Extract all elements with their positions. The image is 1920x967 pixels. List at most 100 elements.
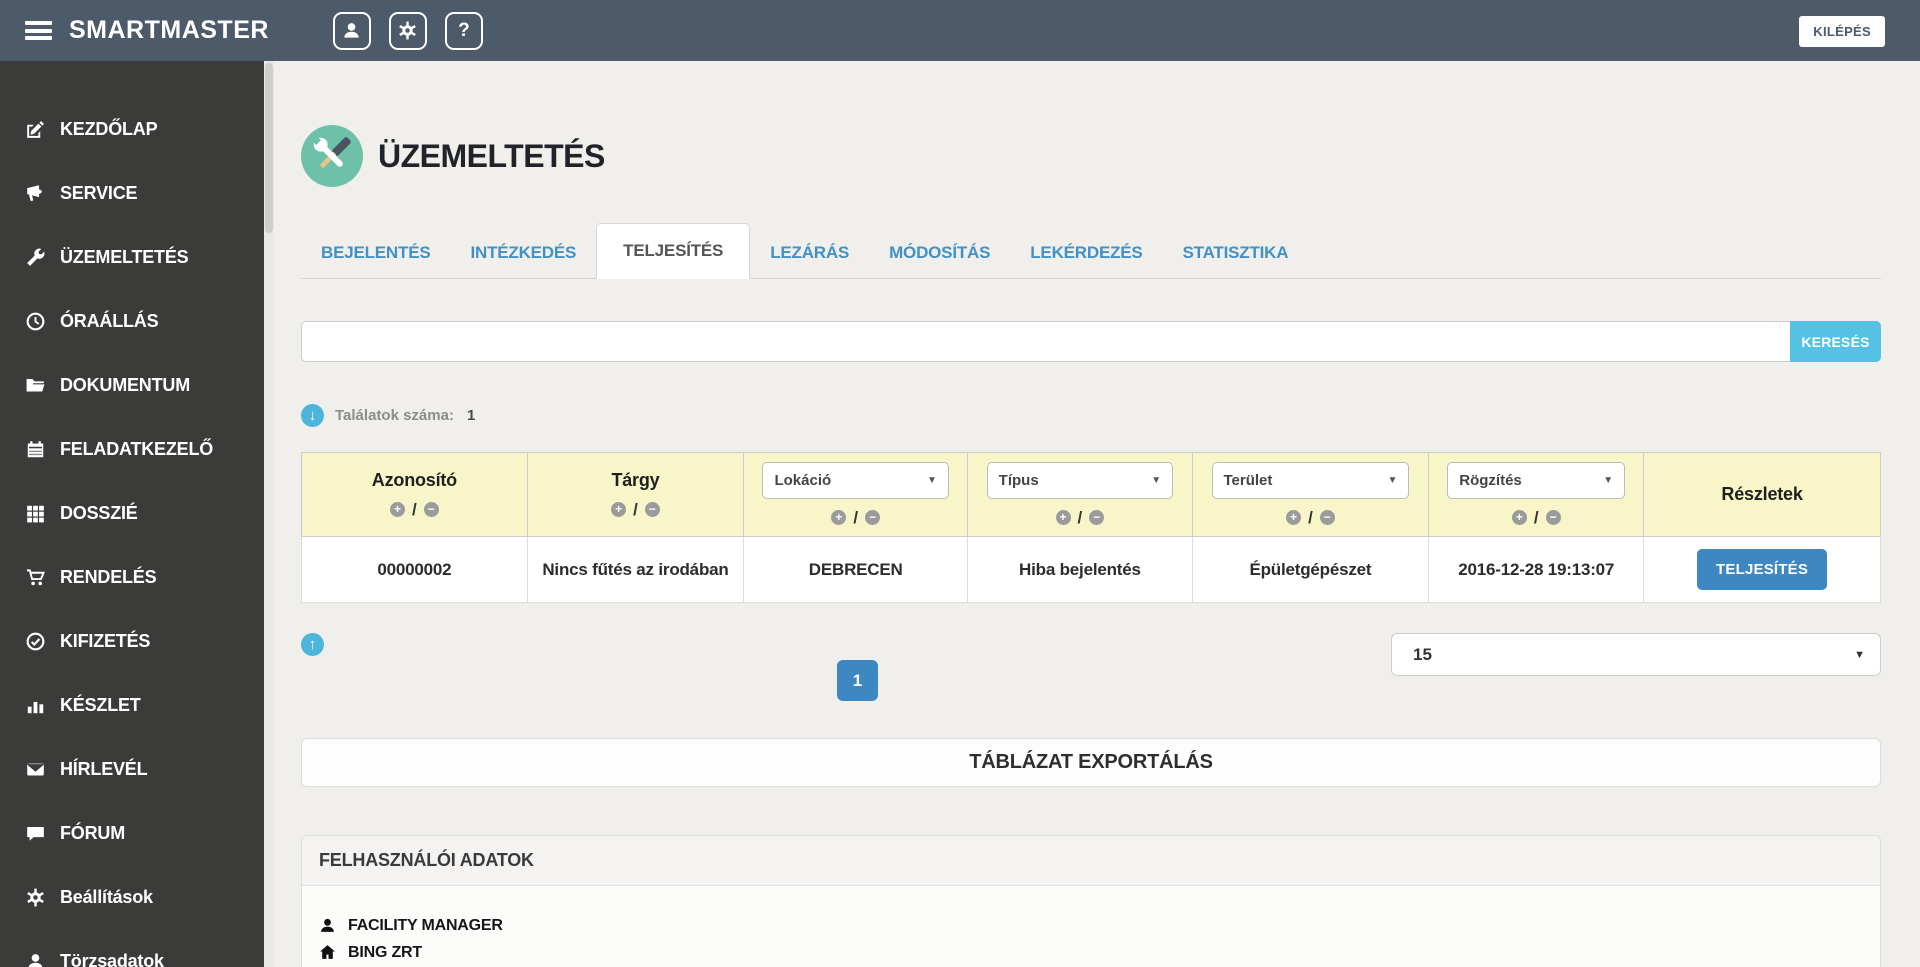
- operations-tools-icon: [301, 125, 363, 187]
- tab-lezaras[interactable]: LEZÁRÁS: [750, 228, 869, 278]
- page-size-dropdown[interactable]: 15 ▼: [1391, 633, 1881, 676]
- search-button[interactable]: KERESÉS: [1790, 321, 1881, 362]
- sort-asc-icon[interactable]: +: [831, 510, 847, 525]
- results-table: Azonosító + / − Tárgy + / − Lokáció ▼ + / − Típ…: [301, 452, 1881, 603]
- tab-lekerdezes[interactable]: LEKÉRDEZÉS: [1010, 228, 1162, 278]
- sidebar-item-kezdolap[interactable]: KEZDŐLAP: [0, 97, 264, 161]
- sort-asc-icon[interactable]: +: [611, 502, 627, 517]
- sort-desc-icon[interactable]: −: [1089, 510, 1105, 525]
- sidebar-item-torzsadatok[interactable]: Törzsadatok: [0, 929, 264, 967]
- chevron-down-icon: ▼: [1603, 474, 1614, 486]
- user-icon: [342, 21, 361, 40]
- sidebar-item-dokumentum[interactable]: DOKUMENTUM: [0, 353, 264, 417]
- sort-desc-icon[interactable]: −: [865, 510, 881, 525]
- chevron-down-icon: ▼: [927, 474, 937, 486]
- column-header-rogzites: Rögzítés ▼ + / −: [1428, 452, 1645, 537]
- sidebar-item-label: FÓRUM: [60, 822, 125, 843]
- check-circle-icon: [26, 632, 45, 651]
- cart-icon: [26, 568, 45, 587]
- sidebar-item-uzemeltetes[interactable]: ÜZEMELTETÉS: [0, 225, 264, 289]
- column-header-reszletek: Részletek: [1643, 452, 1881, 537]
- sidebar-item-label: Beállítások: [60, 886, 153, 907]
- teljesites-button[interactable]: TELJESÍTÉS: [1697, 549, 1828, 590]
- sidebar-item-label: Törzsadatok: [60, 950, 164, 967]
- sidebar-item-forum[interactable]: FÓRUM: [0, 801, 264, 865]
- column-header-lokacio: Lokáció ▼ + / −: [743, 452, 969, 537]
- sort-desc-icon[interactable]: −: [1319, 510, 1335, 525]
- user-data-panel: FELHASZNÁLÓI ADATOK FACILITY MANAGER BIN…: [301, 835, 1881, 967]
- list-item: BING ZRT: [319, 939, 1863, 966]
- tipus-filter-dropdown[interactable]: Típus ▼: [986, 461, 1174, 499]
- sidebar-item-dosszie[interactable]: DOSSZIÉ: [0, 481, 264, 545]
- table-header-row: Azonosító + / − Tárgy + / − Lokáció ▼ + / − Típ…: [301, 452, 1881, 537]
- column-header-tipus: Típus ▼ + / −: [967, 452, 1193, 537]
- tab-bar: BEJELENTÉS INTÉZKEDÉS TELJESÍTÉS LEZÁRÁS…: [301, 223, 1881, 279]
- sidebar-item-beallitasok[interactable]: Beállítások: [0, 865, 264, 929]
- help-button[interactable]: ?: [444, 11, 483, 50]
- envelope-icon: [26, 760, 45, 779]
- results-label: Találatok száma:: [335, 407, 454, 424]
- settings-button[interactable]: [388, 11, 427, 50]
- export-table-button[interactable]: TÁBLÁZAT EXPORTÁLÁS: [301, 738, 1881, 787]
- sort-asc-icon[interactable]: +: [390, 502, 406, 517]
- chevron-down-icon: ▼: [1854, 648, 1865, 661]
- tab-bejelentes[interactable]: BEJELENTÉS: [301, 228, 450, 278]
- lokacio-filter-dropdown[interactable]: Lokáció ▼: [762, 461, 949, 499]
- sidebar-item-label: KIFIZETÉS: [60, 630, 151, 651]
- chevron-down-icon: ▼: [1151, 474, 1162, 486]
- calendar-icon: [26, 440, 45, 459]
- sidebar-item-oraallas[interactable]: ÓRAÁLLÁS: [0, 289, 264, 353]
- sort-asc-icon[interactable]: +: [1286, 510, 1302, 525]
- results-count: 1: [466, 407, 476, 424]
- sort-desc-icon[interactable]: −: [1545, 510, 1561, 525]
- tab-teljesites[interactable]: TELJESÍTÉS: [596, 223, 751, 279]
- column-header-terulet: Terület ▼ + / −: [1191, 452, 1430, 537]
- sidebar-item-label: ÜZEMELTETÉS: [60, 246, 189, 267]
- column-header-targy: Tárgy + / −: [526, 452, 745, 537]
- cell-terulet: Épületgépészet: [1191, 536, 1430, 603]
- megaphone-icon: [26, 184, 45, 203]
- sidebar-item-feladatkezelo[interactable]: FELADATKEZELŐ: [0, 417, 264, 481]
- rogzites-filter-dropdown[interactable]: Rögzítés ▼: [1447, 461, 1626, 499]
- bar-chart-icon: [26, 696, 45, 715]
- gear-icon: [398, 21, 417, 40]
- cell-targy: Nincs fűtés az irodában: [526, 536, 745, 603]
- user-button[interactable]: [332, 11, 371, 50]
- comment-icon: [26, 824, 45, 843]
- sidebar-item-label: KEZDŐLAP: [60, 118, 158, 139]
- arrow-down-circle-icon[interactable]: ↓: [301, 404, 324, 427]
- sidebar-scrollbar[interactable]: [264, 61, 274, 967]
- question-icon: ?: [458, 19, 470, 41]
- sidebar-item-keszlet[interactable]: KÉSZLET: [0, 673, 264, 737]
- sidebar-item-service[interactable]: SERVICE: [0, 161, 264, 225]
- logout-button[interactable]: KILÉPÉS: [1799, 16, 1885, 47]
- sidebar: KEZDŐLAP SERVICE ÜZEMELTETÉS ÓRAÁLLÁS DO…: [0, 61, 264, 967]
- sidebar-item-hirlevel[interactable]: HÍRLEVÉL: [0, 737, 264, 801]
- folder-icon: [26, 376, 45, 395]
- wrench-icon: [26, 248, 45, 267]
- sort-asc-icon[interactable]: +: [1511, 510, 1527, 525]
- arrow-up-circle-icon[interactable]: ↑: [301, 633, 324, 656]
- table-row: 00000002 Nincs fűtés az irodában DEBRECE…: [301, 536, 1881, 603]
- page-1-button[interactable]: 1: [837, 660, 878, 701]
- sort-desc-icon[interactable]: −: [423, 502, 439, 517]
- user-icon: [26, 952, 45, 967]
- sidebar-item-kifizetes[interactable]: KIFIZETÉS: [0, 609, 264, 673]
- search-input[interactable]: [301, 321, 1790, 362]
- sort-asc-icon[interactable]: +: [1055, 510, 1071, 525]
- tab-modositas[interactable]: MÓDOSÍTÁS: [869, 228, 1010, 278]
- main-content: ÜZEMELTETÉS BEJELENTÉS INTÉZKEDÉS TELJES…: [274, 61, 1920, 967]
- terulet-filter-dropdown[interactable]: Terület ▼: [1211, 461, 1410, 499]
- user-icon: [319, 917, 336, 934]
- sidebar-item-rendeles[interactable]: RENDELÉS: [0, 545, 264, 609]
- menu-icon[interactable]: [25, 21, 52, 40]
- tab-statisztika[interactable]: STATISZTIKA: [1163, 228, 1309, 278]
- tab-intezkedes[interactable]: INTÉZKEDÉS: [450, 228, 596, 278]
- sidebar-item-label: HÍRLEVÉL: [60, 758, 148, 779]
- cell-rogzites: 2016-12-28 19:13:07: [1428, 536, 1645, 603]
- list-item: FACILITY MANAGER: [319, 912, 1863, 939]
- gear-icon: [26, 888, 45, 907]
- clock-icon: [26, 312, 45, 331]
- sort-desc-icon[interactable]: −: [644, 502, 660, 517]
- panel-title: FELHASZNÁLÓI ADATOK: [302, 836, 1880, 886]
